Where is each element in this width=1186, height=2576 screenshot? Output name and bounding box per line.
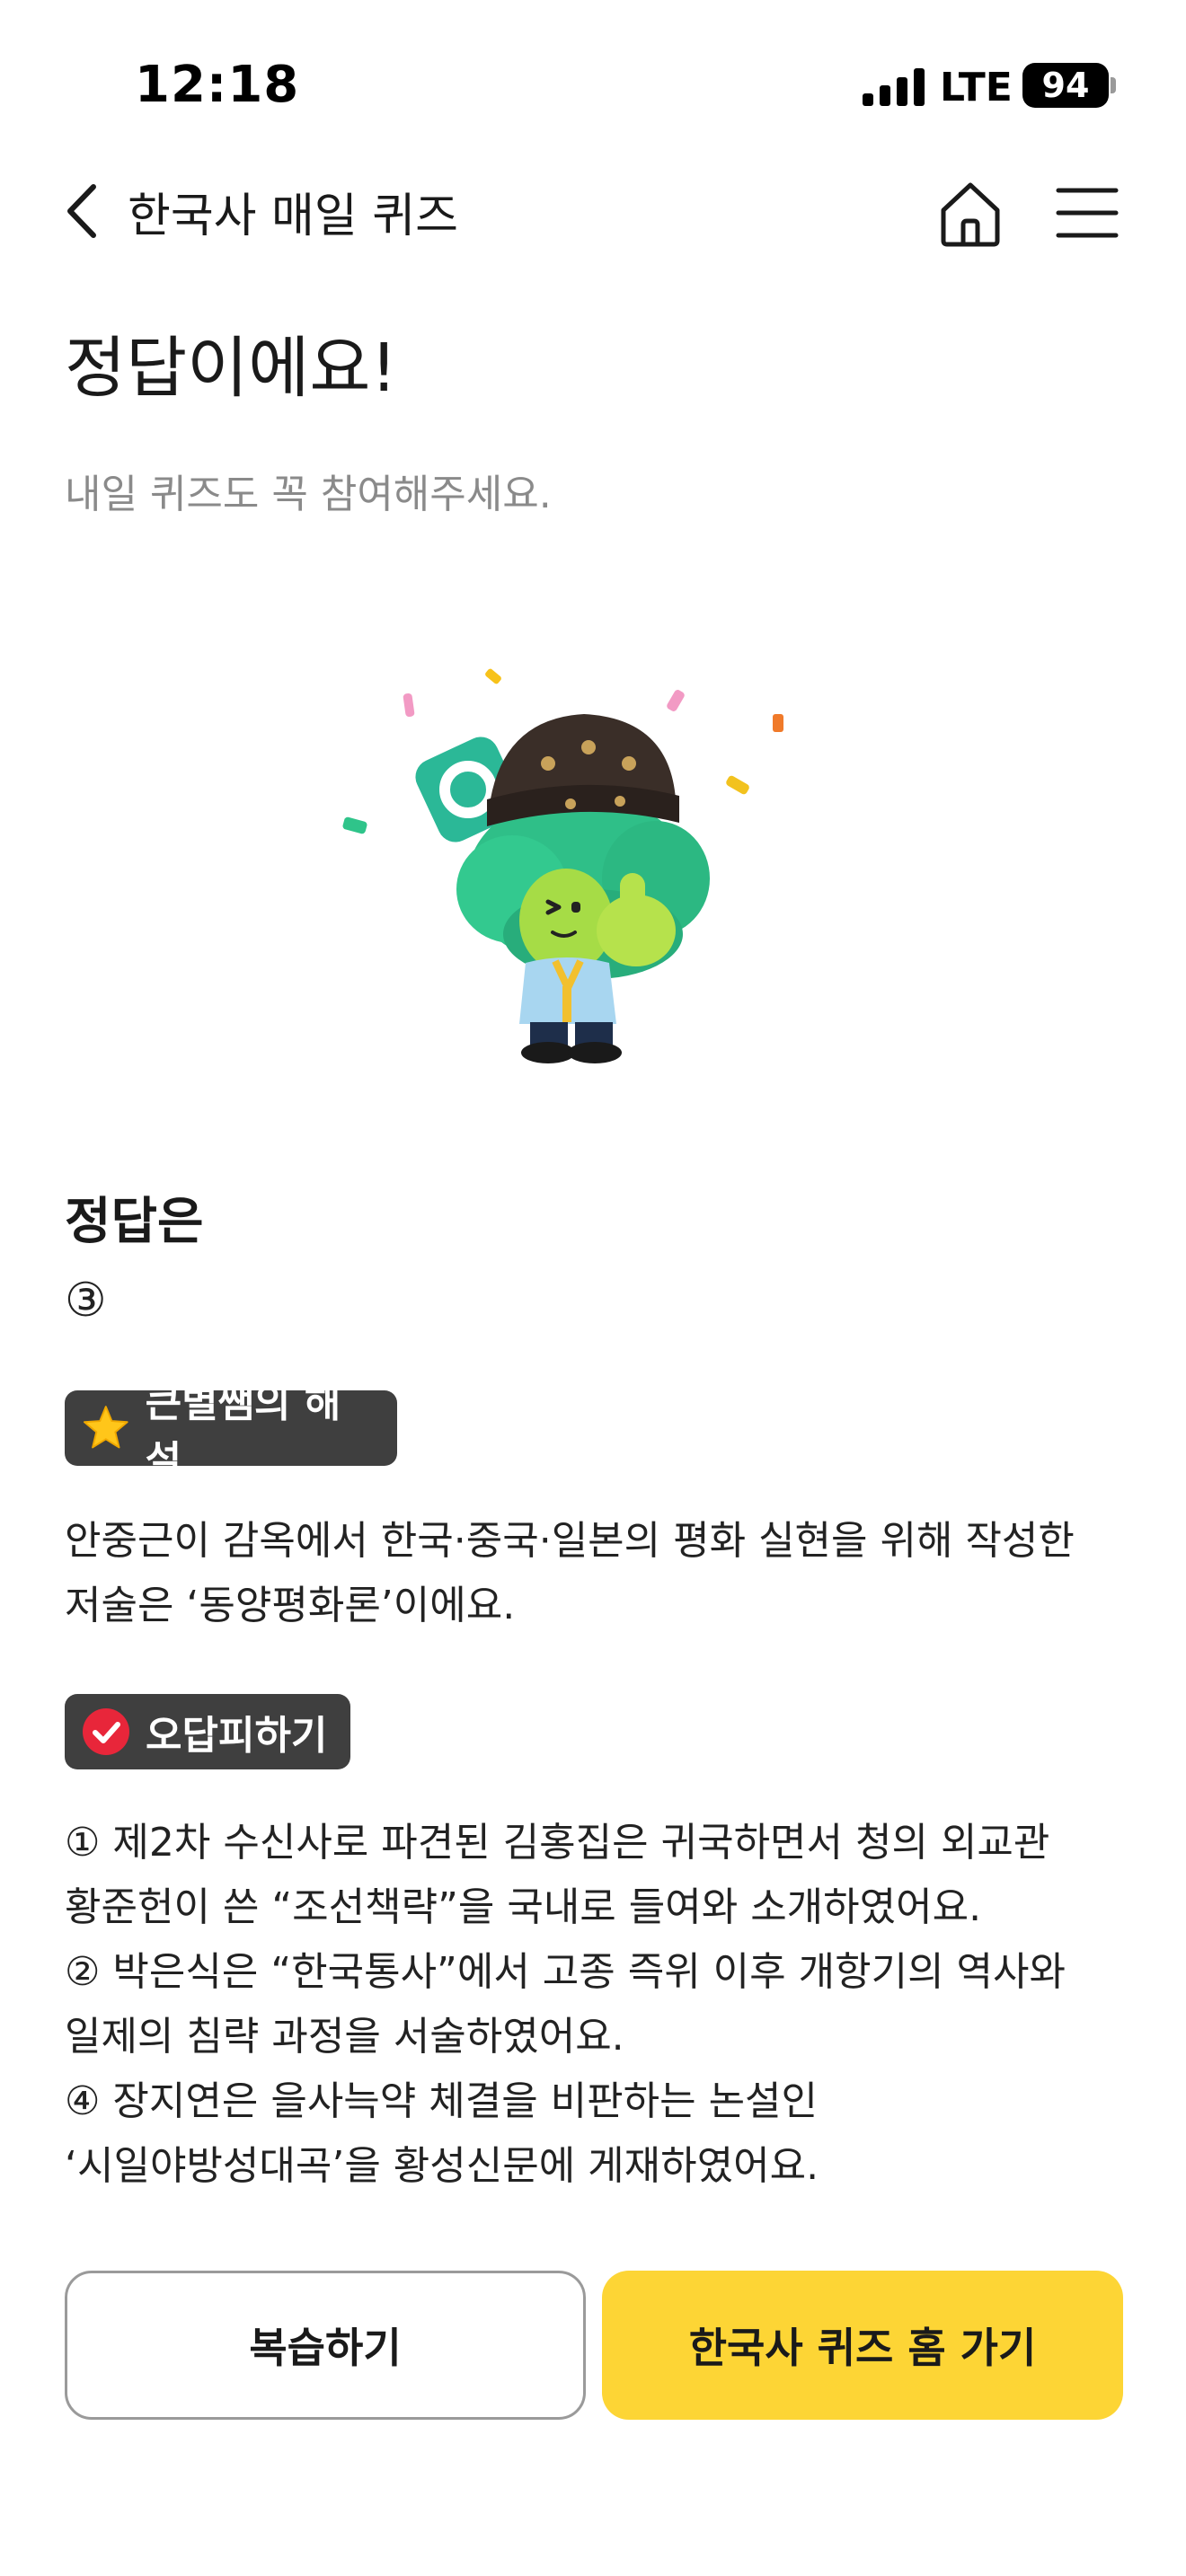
result-title: 정답이에요!: [65, 330, 398, 407]
quiz-home-button[interactable]: 한국사 퀴즈 홈 가기: [602, 2271, 1123, 2420]
result-subtitle: 내일 퀴즈도 꼭 참여해주세요.: [65, 472, 552, 517]
wrong-answer-line: 황준헌이 쓴 “조선책략”을 국내로 들여와 소개하였어요.: [65, 1884, 982, 1930]
explanation-badge-label: 큰별쌤의 해설: [145, 1381, 341, 1484]
review-button-label: 복습하기: [249, 2324, 402, 2372]
star-icon: [83, 1406, 128, 1449]
explanation-line: 안중근이 감옥에서 한국·중국·일본의 평화 실현을 위해 작성한: [65, 1518, 1075, 1564]
wrong-answer-line: ‘시일야방성대곡’을 황성신문에 게재하였어요.: [65, 2143, 819, 2189]
quiz-home-button-label: 한국사 퀴즈 홈 가기: [688, 2324, 1037, 2372]
app-header: 한국사 매일 퀴즈: [0, 171, 1186, 296]
chevron-left-icon: [67, 184, 96, 238]
home-icon: [941, 182, 1000, 247]
wrong-answer-line: 일제의 침략 과정을 서술하였어요.: [65, 2014, 624, 2060]
check-circle-icon: [83, 1708, 129, 1755]
status-time: 12:18: [135, 56, 300, 114]
explanation-text: 안중근이 감옥에서 한국·중국·일본의 평화 실현을 위해 작성한 저술은 ‘동…: [65, 1509, 1134, 1638]
mascot-illustration: [342, 668, 783, 1063]
wrong-answers-badge: 오답피하기: [65, 1694, 350, 1769]
explanation-line: 저술은 ‘동양평화론’이에요.: [65, 1583, 516, 1628]
network-type: LTE: [940, 65, 1013, 110]
status-bar: 12:18 LTE 94: [0, 0, 1186, 171]
wrong-answer-line: ① 제2차 수신사로 파견된 김홍집은 귀국하면서 청의 외교관: [65, 1820, 1050, 1866]
hamburger-menu-icon: [1056, 188, 1119, 238]
answer-label: 정답은: [65, 1193, 204, 1251]
explanation-badge: 큰별쌤의 해설: [65, 1381, 397, 1484]
battery-nub: [1111, 77, 1116, 93]
menu-button[interactable]: [1051, 171, 1123, 251]
wrong-answers-badge-label: 오답피하기: [146, 1713, 328, 1759]
signal-icon: [863, 68, 925, 106]
review-button[interactable]: 복습하기: [65, 2271, 586, 2420]
wrong-answer-line: ② 박은식은 “한국통사”에서 고종 즉위 이후 개항기의 역사와: [65, 1949, 1066, 1995]
wrong-answers-text: ① 제2차 수신사로 파견된 김홍집은 귀국하면서 청의 외교관 황준헌이 쓴 …: [65, 1811, 1134, 2199]
battery-indicator: 94: [1022, 63, 1109, 108]
back-button[interactable]: [54, 171, 117, 251]
wrong-answer-line: ④ 장지연은 을사늑약 체결을 비판하는 논설인: [65, 2078, 819, 2124]
home-button[interactable]: [934, 171, 1006, 251]
page-title: 한국사 매일 퀴즈: [128, 190, 458, 243]
answer-value: ③: [65, 1274, 107, 1328]
